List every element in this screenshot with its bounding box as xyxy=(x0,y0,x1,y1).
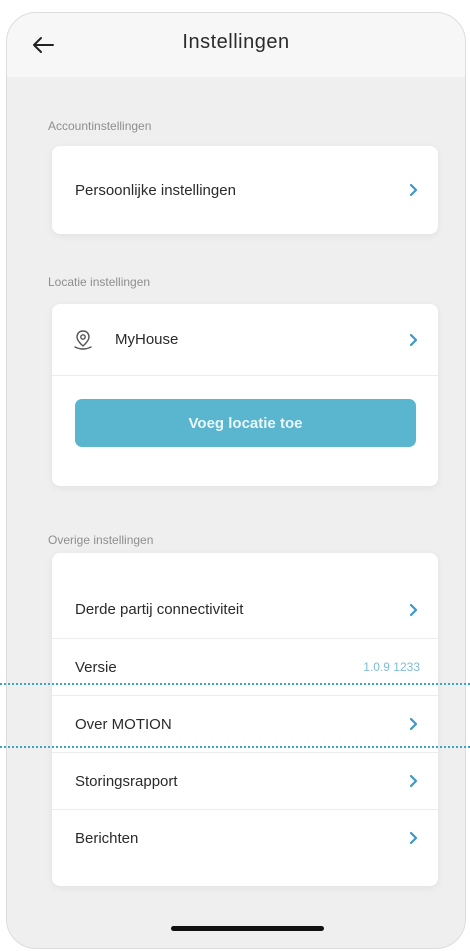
section-label-location: Locatie instellingen xyxy=(48,275,151,289)
error-report-label: Storingsrapport xyxy=(75,772,178,790)
error-report-row[interactable]: Storingsrapport xyxy=(52,752,438,809)
personal-settings-label: Persoonlijke instellingen xyxy=(75,181,236,199)
about-motion-row[interactable]: Over MOTION xyxy=(52,695,438,752)
version-value: 1.0.9 1233 xyxy=(363,660,420,674)
map-pin-icon xyxy=(74,329,92,350)
location-card: MyHouse Voeg locatie toe xyxy=(52,304,438,486)
location-name: MyHouse xyxy=(115,331,179,348)
home-indicator xyxy=(171,926,324,931)
third-party-row[interactable]: Derde partij connectiviteit xyxy=(52,553,438,638)
chevron-right-icon xyxy=(409,183,418,197)
chevron-right-icon xyxy=(409,603,418,616)
guide-line-bottom xyxy=(0,746,470,748)
top-bar: Instellingen xyxy=(7,13,465,77)
version-label: Versie xyxy=(75,658,117,676)
chevron-right-icon xyxy=(409,717,418,731)
account-card: Persoonlijke instellingen xyxy=(52,146,438,234)
section-label-account: Accountinstellingen xyxy=(48,119,152,133)
chevron-right-icon xyxy=(409,333,418,346)
third-party-label: Derde partij connectiviteit xyxy=(75,601,244,618)
guide-line-top xyxy=(0,683,470,685)
personal-settings-row[interactable]: Persoonlijke instellingen xyxy=(52,146,438,234)
version-row: Versie 1.0.9 1233 xyxy=(52,638,438,695)
page-title: Instellingen xyxy=(182,31,290,53)
chevron-right-icon xyxy=(409,774,418,788)
phone-screen: Instellingen Accountinstellingen Persoon… xyxy=(6,12,466,949)
messages-label: Berichten xyxy=(75,829,139,847)
chevron-right-icon xyxy=(409,831,418,845)
location-row-myhouse[interactable]: MyHouse xyxy=(52,304,438,376)
add-location-button[interactable]: Voeg locatie toe xyxy=(75,399,416,447)
about-motion-label: Over MOTION xyxy=(75,715,172,733)
section-label-other: Overige instellingen xyxy=(48,533,154,547)
other-settings-card: Derde partij connectiviteit Versie 1.0.9… xyxy=(52,553,438,886)
messages-row[interactable]: Berichten xyxy=(52,809,438,866)
